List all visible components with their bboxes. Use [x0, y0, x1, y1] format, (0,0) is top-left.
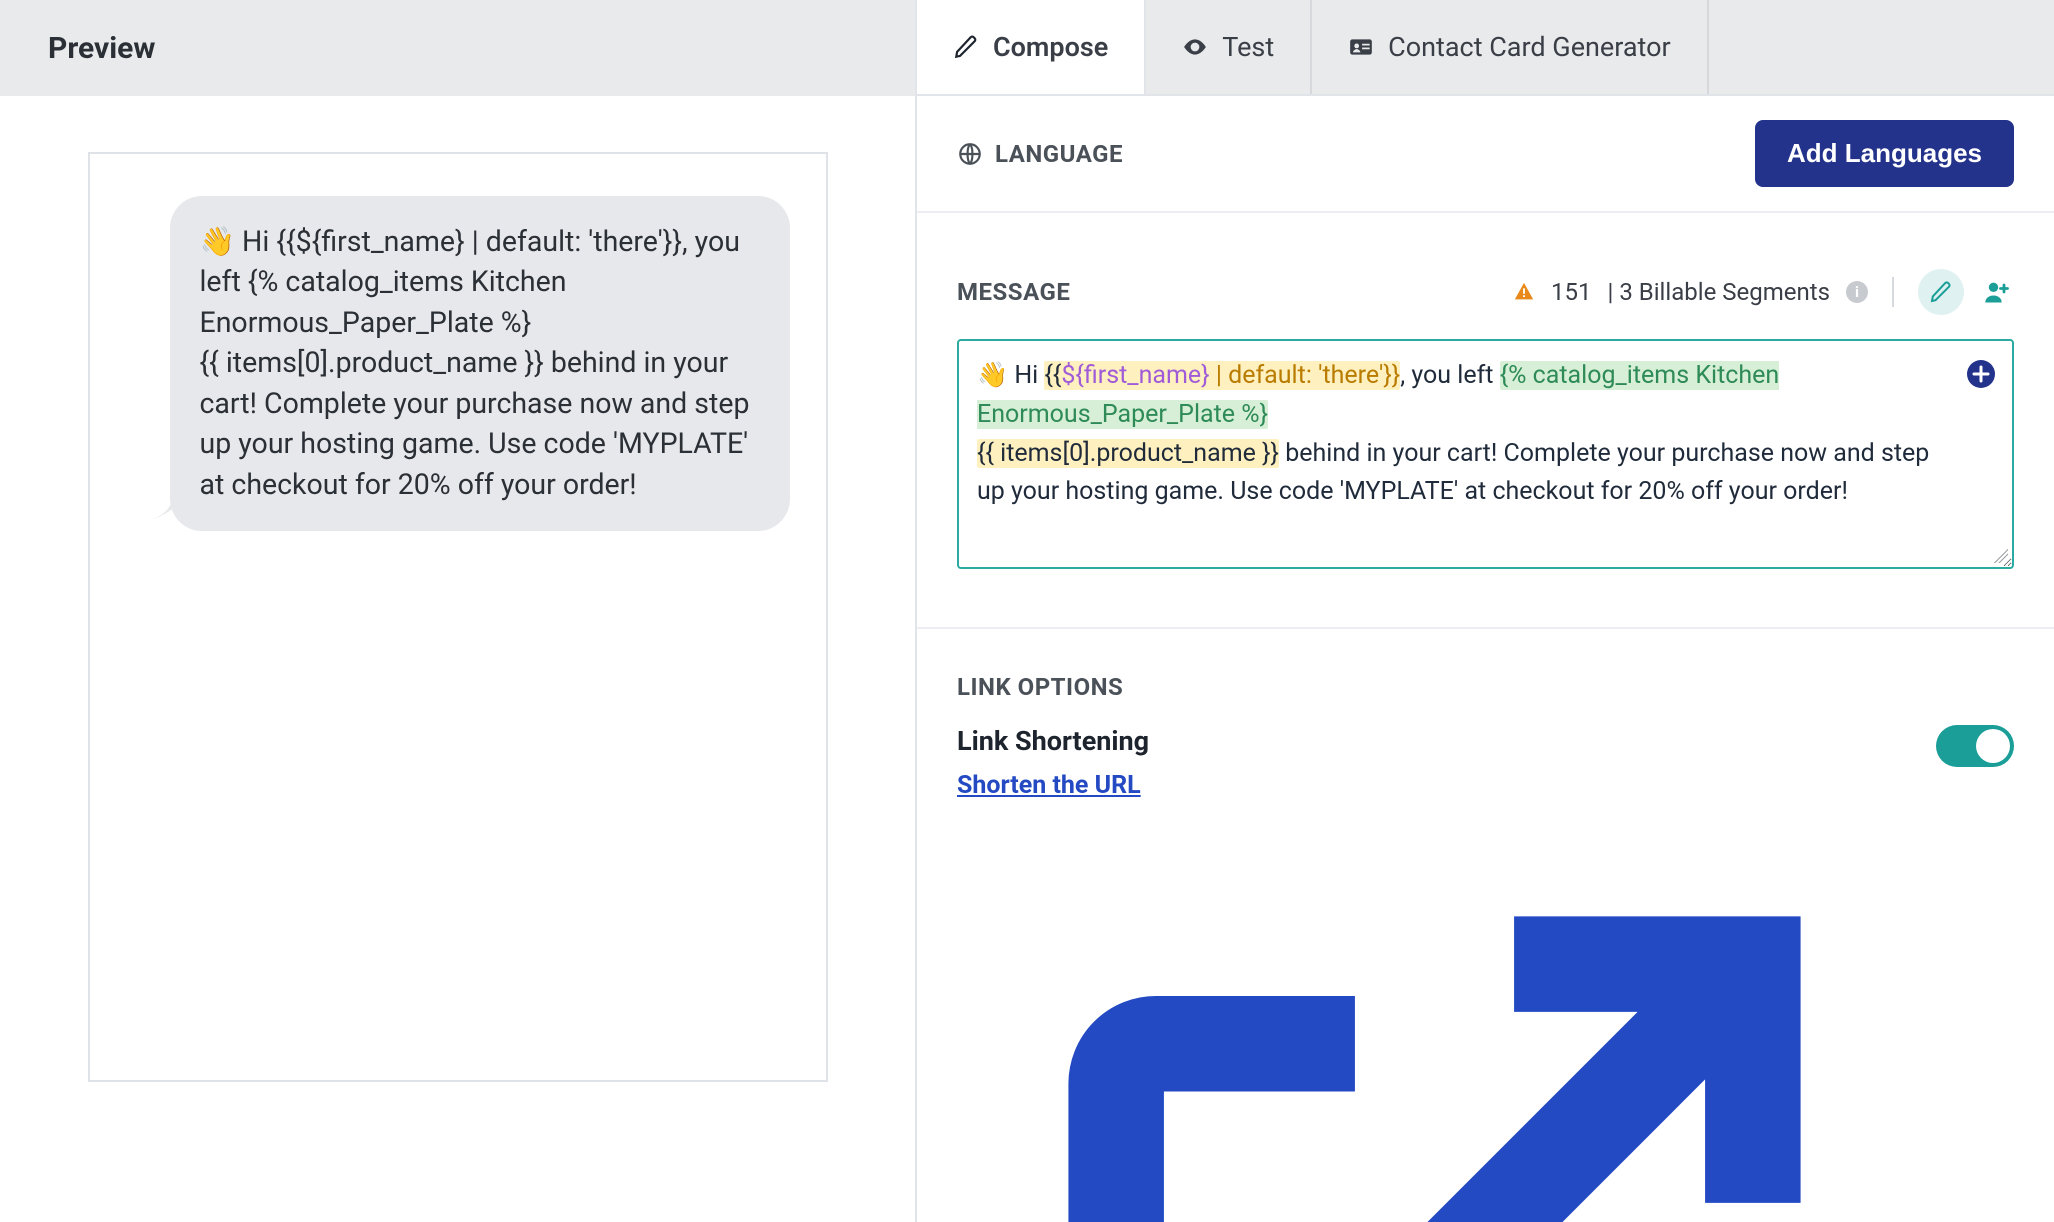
editor-product-tag: {{ items[0].product_name }} — [977, 439, 1279, 468]
tab-compose[interactable]: Compose — [917, 0, 1146, 94]
link-shortening-desc: Shorten the URL contained in your SMS me… — [957, 767, 1912, 1222]
message-section: MESSAGE 151 | 3 Billable Segments i — [917, 213, 2054, 579]
tab-contact-card-label: Contact Card Generator — [1388, 31, 1671, 63]
editor-text-pre: 👋 Hi — [977, 361, 1044, 390]
warning-icon — [1513, 281, 1535, 303]
preview-frame: 👋 Hi {{${first_name} | default: 'there'}… — [88, 152, 828, 1082]
add-content-icon[interactable] — [1966, 359, 1996, 389]
billable-segments: | 3 Billable Segments — [1608, 278, 1830, 306]
add-languages-button[interactable]: Add Languages — [1755, 120, 2014, 187]
message-editor[interactable]: 👋 Hi {{${first_name} | default: 'there'}… — [957, 339, 2014, 569]
sms-text: 👋 Hi {{${first_name} | default: 'there'}… — [200, 225, 757, 501]
separator — [1892, 277, 1894, 307]
sms-bubble: 👋 Hi {{${first_name} | default: 'there'}… — [170, 196, 790, 531]
tab-test-label: Test — [1222, 31, 1274, 63]
editor-first-name: ${first_name} — [1061, 361, 1209, 390]
contact-card-icon — [1348, 34, 1374, 60]
eye-icon — [1182, 34, 1208, 60]
preview-header: Preview — [0, 0, 915, 96]
preview-title: Preview — [48, 31, 155, 66]
preview-pane: Preview 👋 Hi {{${first_name} | default: … — [0, 0, 917, 1222]
link-shortening-toggle[interactable] — [1936, 725, 2014, 767]
editor-pane: Compose Test Contact Card Generator — [917, 0, 2054, 1222]
tab-compose-label: Compose — [993, 31, 1108, 63]
resize-grip-icon[interactable] — [1992, 547, 2008, 563]
sms-tail-icon — [152, 485, 186, 519]
tab-test[interactable]: Test — [1146, 0, 1312, 94]
link-shortening-title: Link Shortening — [957, 725, 1912, 757]
shorten-url-link[interactable]: Shorten the URL — [957, 771, 1912, 1222]
message-label: MESSAGE — [957, 278, 1070, 306]
link-options-label: LINK OPTIONS — [957, 673, 2014, 701]
language-label: LANGUAGE — [995, 140, 1123, 168]
add-user-button[interactable] — [1980, 275, 2014, 309]
editor-default: | default: 'there'}} — [1210, 361, 1401, 390]
info-icon[interactable]: i — [1846, 281, 1868, 303]
link-options-section: LINK OPTIONS Link Shortening Shorten the… — [917, 629, 2054, 1222]
globe-icon — [957, 141, 983, 167]
tabs-row: Compose Test Contact Card Generator — [917, 0, 2054, 96]
tab-contact-card[interactable]: Contact Card Generator — [1312, 0, 1709, 94]
personalize-button[interactable] — [1918, 269, 1964, 315]
pencil-icon — [953, 34, 979, 60]
char-count: 151 — [1551, 278, 1591, 306]
preview-area: 👋 Hi {{${first_name} | default: 'there'}… — [0, 96, 915, 1222]
editor-after-greet: , you left — [1400, 361, 1499, 390]
language-row: LANGUAGE Add Languages — [917, 96, 2054, 213]
editor-open-braces: {{ — [1044, 361, 1061, 390]
